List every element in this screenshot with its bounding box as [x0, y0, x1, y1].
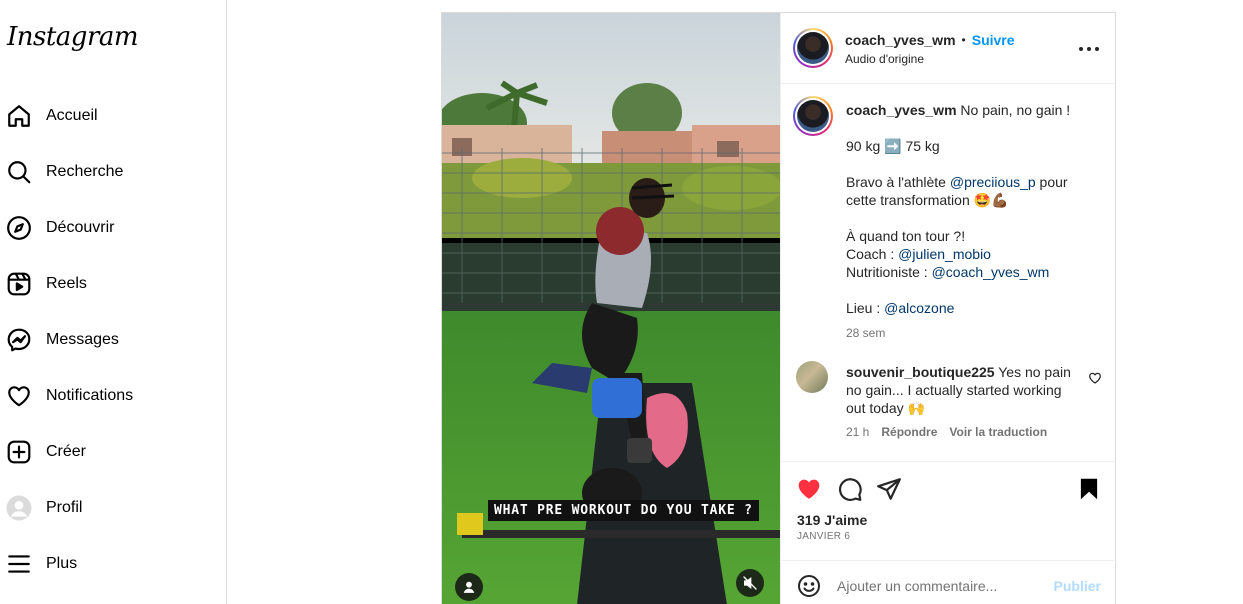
caption-headline: No pain, no gain !	[960, 102, 1071, 118]
mention-nutritionist[interactable]: @coach_yves_wm	[932, 264, 1050, 280]
bravo-prefix: Bravo à l'athlète	[846, 174, 950, 190]
nav-label: Plus	[46, 555, 78, 572]
sound-muted-icon	[743, 576, 757, 590]
more-dot	[1095, 47, 1099, 51]
nav-label: Recherche	[46, 163, 124, 180]
nav-item-notifications[interactable]: Notifications	[0, 374, 227, 418]
add-comment-bar: Publier	[781, 560, 1117, 604]
reels-icon	[7, 272, 31, 296]
caption-time[interactable]: 28 sem	[846, 326, 885, 340]
audio-label[interactable]: Audio d'origine	[845, 52, 924, 66]
comment-like-heart-icon[interactable]	[1088, 371, 1102, 385]
caption-question: À quand ton tour ?!	[846, 228, 966, 244]
mention-athlete[interactable]: @preciious_p	[950, 174, 1036, 190]
commenter-username[interactable]: souvenir_boutique225	[846, 364, 995, 380]
share-icon[interactable]	[876, 476, 902, 502]
more-dot	[1079, 47, 1083, 51]
comment-text: souvenir_boutique225 Yes no pain no gain…	[846, 363, 1076, 417]
nav-item-search[interactable]: Recherche	[0, 150, 227, 194]
liked-heart-icon[interactable]	[796, 476, 822, 502]
comment-icon[interactable]	[837, 476, 863, 502]
publish-button[interactable]: Publier	[1054, 578, 1101, 594]
caption-section: coach_yves_wm No pain, no gain ! 90 kg ➡…	[781, 85, 1117, 461]
more-dot	[1087, 47, 1091, 51]
nav-item-create[interactable]: Créer	[0, 430, 227, 474]
post-modal: WHAT PRE WORKOUT DO YOU TAKE ? coach_yve…	[441, 12, 1117, 604]
nutritionist-label: Nutritioniste :	[846, 264, 932, 280]
nav-label: Notifications	[46, 387, 134, 404]
nav-item-more[interactable]: Plus	[0, 542, 227, 586]
caption-text: coach_yves_wm No pain, no gain ! 90 kg ➡…	[846, 101, 1086, 342]
coach-label: Coach :	[846, 246, 899, 262]
nav-label: Accueil	[46, 107, 98, 124]
compass-icon	[7, 216, 31, 240]
likes-count[interactable]: 319 J'aime	[797, 512, 867, 528]
reply-button[interactable]: Répondre	[881, 425, 937, 439]
weight-from: 90 kg	[846, 138, 881, 154]
place-label: Lieu :	[846, 300, 885, 316]
search-icon	[8, 161, 31, 184]
nav-label: Messages	[46, 331, 119, 348]
nav-item-home[interactable]: Accueil	[0, 94, 227, 138]
plus-square-icon	[7, 440, 31, 464]
messenger-icon	[7, 328, 31, 352]
nav-item-reels[interactable]: Reels	[0, 262, 227, 306]
home-icon	[8, 105, 30, 127]
commenter-avatar[interactable]	[796, 361, 828, 393]
nav-label: Profil	[46, 499, 83, 516]
profile-avatar	[6, 495, 32, 521]
nav-item-explore[interactable]: Découvrir	[0, 206, 227, 250]
nav-label: Créer	[46, 443, 87, 460]
post-date[interactable]: JANVIER 6	[797, 531, 850, 542]
post-header: coach_yves_wm • Suivre Audio d'origine	[781, 13, 1117, 84]
nav-label: Découvrir	[46, 219, 115, 236]
tag-button[interactable]	[455, 573, 483, 601]
nav-item-profile[interactable]: Profil	[0, 486, 227, 530]
mention-place[interactable]: @alcozone	[884, 300, 954, 316]
instagram-logo[interactable]: Instagram	[7, 22, 139, 52]
author-line: coach_yves_wm • Suivre	[845, 32, 1015, 48]
translate-button[interactable]: Voir la traduction	[949, 425, 1047, 439]
nav-label: Reels	[46, 275, 87, 292]
weight-to: 75 kg	[905, 138, 940, 154]
user-tag-icon	[463, 581, 475, 593]
comment-meta: 21 h Répondre Voir la traduction	[846, 425, 1047, 439]
mute-button[interactable]	[736, 569, 764, 597]
post-actions: 319 J'aime JANVIER 6	[781, 461, 1117, 560]
caption-username[interactable]: coach_yves_wm	[846, 102, 957, 118]
arrow-emoji: ➡️	[884, 138, 902, 154]
mention-coach[interactable]: @julien_mobio	[898, 246, 991, 262]
nav-item-messages[interactable]: Messages	[0, 318, 227, 362]
comment-time[interactable]: 21 h	[846, 425, 869, 439]
author-avatar[interactable]	[793, 28, 833, 68]
comment-input[interactable]	[837, 575, 1037, 597]
bookmark-saved-icon[interactable]	[1076, 476, 1102, 502]
caption-author-avatar[interactable]	[793, 96, 833, 136]
separator-dot: •	[961, 33, 966, 47]
post-video[interactable]: WHAT PRE WORKOUT DO YOU TAKE ?	[442, 13, 780, 604]
post-side-panel: coach_yves_wm • Suivre Audio d'origine c…	[780, 13, 1117, 604]
sidebar: Instagram Accueil Recherche Découvrir Re…	[0, 0, 227, 604]
emoji-icon[interactable]	[797, 574, 821, 598]
video-caption-overlay: WHAT PRE WORKOUT DO YOU TAKE ?	[488, 500, 759, 521]
author-username[interactable]: coach_yves_wm	[845, 32, 956, 48]
hamburger-menu-icon	[8, 555, 30, 573]
heart-icon	[8, 386, 30, 407]
more-options-button[interactable]	[1079, 39, 1099, 59]
follow-button[interactable]: Suivre	[972, 32, 1015, 48]
